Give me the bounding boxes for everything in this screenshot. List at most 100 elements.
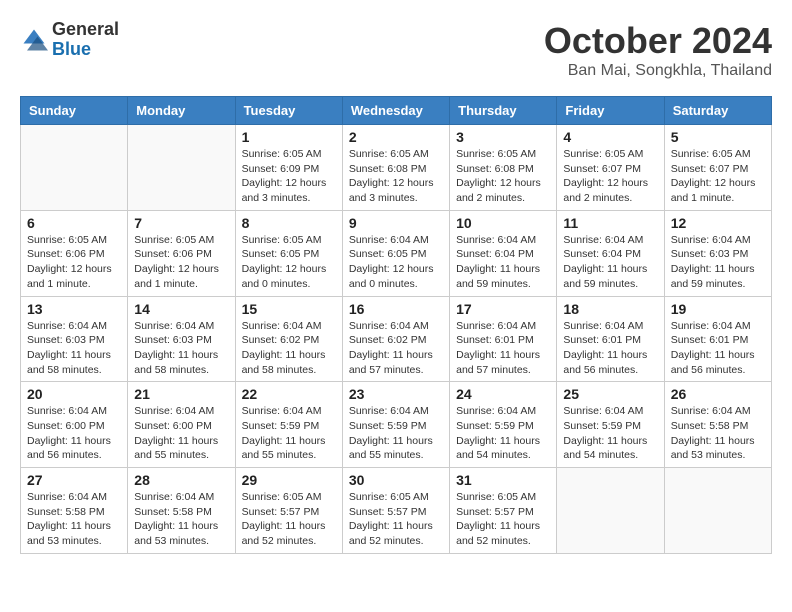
day-number: 30 bbox=[349, 472, 443, 488]
day-info: Sunrise: 6:05 AM Sunset: 6:07 PM Dayligh… bbox=[671, 147, 765, 206]
day-info: Sunrise: 6:05 AM Sunset: 6:05 PM Dayligh… bbox=[242, 233, 336, 292]
day-info: Sunrise: 6:04 AM Sunset: 6:00 PM Dayligh… bbox=[27, 404, 121, 463]
day-info: Sunrise: 6:04 AM Sunset: 5:58 PM Dayligh… bbox=[671, 404, 765, 463]
calendar-cell: 22 Sunrise: 6:04 AM Sunset: 5:59 PM Dayli… bbox=[235, 382, 342, 468]
calendar-cell: 18Sunrise: 6:04 AM Sunset: 6:01 PM Dayli… bbox=[557, 296, 664, 382]
day-number: 7 bbox=[134, 215, 228, 231]
day-number: 10 bbox=[456, 215, 550, 231]
day-number: 16 bbox=[349, 301, 443, 317]
day-info: Sunrise: 6:04 AM Sunset: 5:59 PM Dayligh… bbox=[563, 404, 657, 463]
day-info: Sunrise: 6:04 AM Sunset: 6:05 PM Dayligh… bbox=[349, 233, 443, 292]
calendar-cell: 28 Sunrise: 6:04 AM Sunset: 5:58 PM Dayli… bbox=[128, 468, 235, 554]
day-info: Sunrise: 6:04 AM Sunset: 6:01 PM Dayligh… bbox=[456, 319, 550, 378]
calendar-week-1: 1Sunrise: 6:05 AM Sunset: 6:09 PM Daylig… bbox=[21, 125, 772, 211]
day-number: 9 bbox=[349, 215, 443, 231]
day-info: Sunrise: 6:04 AM Sunset: 5:58 PM Dayligh… bbox=[134, 490, 228, 549]
day-info: Sunrise: 6:04 AM Sunset: 5:59 PM Dayligh… bbox=[456, 404, 550, 463]
day-info: Sunrise: 6:04 AM Sunset: 6:02 PM Dayligh… bbox=[349, 319, 443, 378]
day-number: 22 bbox=[242, 386, 336, 402]
day-info: Sunrise: 6:04 AM Sunset: 6:04 PM Dayligh… bbox=[563, 233, 657, 292]
day-number: 4 bbox=[563, 129, 657, 145]
calendar-cell: 21 Sunrise: 6:04 AM Sunset: 6:00 PM Dayli… bbox=[128, 382, 235, 468]
calendar-cell: 26 Sunrise: 6:04 AM Sunset: 5:58 PM Dayli… bbox=[664, 382, 771, 468]
day-number: 21 bbox=[134, 386, 228, 402]
day-number: 14 bbox=[134, 301, 228, 317]
calendar-cell: 16 Sunrise: 6:04 AM Sunset: 6:02 PM Dayli… bbox=[342, 296, 449, 382]
day-info: Sunrise: 6:05 AM Sunset: 6:07 PM Dayligh… bbox=[563, 147, 657, 206]
logo: General Blue bbox=[20, 20, 119, 60]
location: Ban Mai, Songkhla, Thailand bbox=[544, 62, 772, 80]
weekday-header-friday: Friday bbox=[557, 97, 664, 125]
calendar-cell: 27Sunrise: 6:04 AM Sunset: 5:58 PM Dayli… bbox=[21, 468, 128, 554]
day-info: Sunrise: 6:05 AM Sunset: 5:57 PM Dayligh… bbox=[456, 490, 550, 549]
calendar-week-3: 13 Sunrise: 6:04 AM Sunset: 6:03 PM Dayli… bbox=[21, 296, 772, 382]
day-info: Sunrise: 6:05 AM Sunset: 6:08 PM Dayligh… bbox=[349, 147, 443, 206]
day-number: 15 bbox=[242, 301, 336, 317]
calendar-cell: 23 Sunrise: 6:04 AM Sunset: 5:59 PM Dayli… bbox=[342, 382, 449, 468]
day-info: Sunrise: 6:04 AM Sunset: 6:01 PM Dayligh… bbox=[671, 319, 765, 378]
calendar-cell: 29Sunrise: 6:05 AM Sunset: 5:57 PM Dayli… bbox=[235, 468, 342, 554]
day-number: 1 bbox=[242, 129, 336, 145]
month-title: October 2024 bbox=[544, 20, 772, 62]
weekday-header-saturday: Saturday bbox=[664, 97, 771, 125]
weekday-header-thursday: Thursday bbox=[450, 97, 557, 125]
calendar-cell: 14 Sunrise: 6:04 AM Sunset: 6:03 PM Dayli… bbox=[128, 296, 235, 382]
day-number: 23 bbox=[349, 386, 443, 402]
logo-blue-text: Blue bbox=[52, 40, 119, 60]
calendar-cell: 5 Sunrise: 6:05 AM Sunset: 6:07 PM Daylig… bbox=[664, 125, 771, 211]
day-info: Sunrise: 6:05 AM Sunset: 6:08 PM Dayligh… bbox=[456, 147, 550, 206]
day-number: 13 bbox=[27, 301, 121, 317]
title-block: October 2024 Ban Mai, Songkhla, Thailand bbox=[544, 20, 772, 80]
calendar-cell: 4 Sunrise: 6:05 AM Sunset: 6:07 PM Daylig… bbox=[557, 125, 664, 211]
calendar-week-5: 27 Sunrise: 6:04 AM Sunset: 5:58 PM Dayli… bbox=[21, 468, 772, 554]
calendar-cell: 20 Sunrise: 6:04 AM Sunset: 6:00 PM Dayli… bbox=[21, 382, 128, 468]
calendar-week-2: 6 Sunrise: 6:05 AM Sunset: 6:06 PM Daylig… bbox=[21, 210, 772, 296]
weekday-header-sunday: Sunday bbox=[21, 97, 128, 125]
day-number: 31 bbox=[456, 472, 550, 488]
calendar-cell: 24 Sunrise: 6:04 AM Sunset: 5:59 PM Dayli… bbox=[450, 382, 557, 468]
day-number: 6 bbox=[27, 215, 121, 231]
calendar-cell: 31 Sunrise: 6:05 AM Sunset: 5:57 PM Dayli… bbox=[450, 468, 557, 554]
day-number: 20 bbox=[27, 386, 121, 402]
calendar-cell: 19 Sunrise: 6:04 AM Sunset: 6:01 PM Dayli… bbox=[664, 296, 771, 382]
day-info: Sunrise: 6:04 AM Sunset: 6:03 PM Dayligh… bbox=[134, 319, 228, 378]
calendar-cell: 6 Sunrise: 6:05 AM Sunset: 6:06 PM Daylig… bbox=[21, 210, 128, 296]
day-number: 25 bbox=[563, 386, 657, 402]
day-number: 28 bbox=[134, 472, 228, 488]
calendar-cell: 15 Sunrise: 6:04 AM Sunset: 6:02 PM Dayli… bbox=[235, 296, 342, 382]
calendar-week-4: 20 Sunrise: 6:04 AM Sunset: 6:00 PM Dayli… bbox=[21, 382, 772, 468]
calendar-cell: 2 Sunrise: 6:05 AM Sunset: 6:08 PM Daylig… bbox=[342, 125, 449, 211]
day-number: 3 bbox=[456, 129, 550, 145]
calendar-table: SundayMondayTuesdayWednesdayThursdayFrid… bbox=[20, 96, 772, 554]
day-info: Sunrise: 6:04 AM Sunset: 6:04 PM Dayligh… bbox=[456, 233, 550, 292]
calendar-cell bbox=[21, 125, 128, 211]
calendar-cell: 25 Sunrise: 6:04 AM Sunset: 5:59 PM Dayli… bbox=[557, 382, 664, 468]
day-number: 24 bbox=[456, 386, 550, 402]
day-number: 27 bbox=[27, 472, 121, 488]
day-number: 5 bbox=[671, 129, 765, 145]
day-number: 26 bbox=[671, 386, 765, 402]
day-number: 29 bbox=[242, 472, 336, 488]
day-info: Sunrise: 6:04 AM Sunset: 6:00 PM Dayligh… bbox=[134, 404, 228, 463]
day-info: Sunrise: 6:05 AM Sunset: 6:06 PM Dayligh… bbox=[134, 233, 228, 292]
page-header: General Blue October 2024 Ban Mai, Songk… bbox=[20, 20, 772, 80]
day-number: 18 bbox=[563, 301, 657, 317]
calendar-cell: 8Sunrise: 6:05 AM Sunset: 6:05 PM Daylig… bbox=[235, 210, 342, 296]
logo-general-text: General bbox=[52, 20, 119, 40]
calendar-cell: 12Sunrise: 6:04 AM Sunset: 6:03 PM Dayli… bbox=[664, 210, 771, 296]
calendar-cell: 30 Sunrise: 6:05 AM Sunset: 5:57 PM Dayli… bbox=[342, 468, 449, 554]
day-info: Sunrise: 6:04 AM Sunset: 6:03 PM Dayligh… bbox=[671, 233, 765, 292]
calendar-cell: 13Sunrise: 6:04 AM Sunset: 6:03 PM Dayli… bbox=[21, 296, 128, 382]
day-number: 19 bbox=[671, 301, 765, 317]
calendar-cell: 9 Sunrise: 6:04 AM Sunset: 6:05 PM Daylig… bbox=[342, 210, 449, 296]
calendar-cell: 3 Sunrise: 6:05 AM Sunset: 6:08 PM Daylig… bbox=[450, 125, 557, 211]
day-info: Sunrise: 6:04 AM Sunset: 5:59 PM Dayligh… bbox=[242, 404, 336, 463]
day-info: Sunrise: 6:05 AM Sunset: 6:06 PM Dayligh… bbox=[27, 233, 121, 292]
weekday-header-monday: Monday bbox=[128, 97, 235, 125]
day-number: 2 bbox=[349, 129, 443, 145]
day-info: Sunrise: 6:04 AM Sunset: 6:02 PM Dayligh… bbox=[242, 319, 336, 378]
calendar-cell bbox=[128, 125, 235, 211]
day-info: Sunrise: 6:04 AM Sunset: 5:59 PM Dayligh… bbox=[349, 404, 443, 463]
day-number: 17 bbox=[456, 301, 550, 317]
day-info: Sunrise: 6:05 AM Sunset: 5:57 PM Dayligh… bbox=[349, 490, 443, 549]
